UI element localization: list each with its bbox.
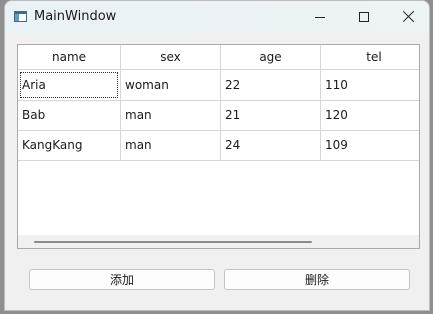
table-cell[interactable]: 109 xyxy=(321,130,419,160)
table-view[interactable]: name sex age tel Aria woman 22 110 Bab m… xyxy=(17,44,420,249)
title-bar[interactable]: MainWindow xyxy=(5,1,429,33)
table-cell[interactable]: Bab xyxy=(18,100,121,130)
table-cell[interactable]: man xyxy=(121,100,221,130)
close-icon xyxy=(403,9,415,23)
table-cell[interactable]: Aria xyxy=(18,70,121,100)
window-title: MainWindow xyxy=(34,9,117,24)
horizontal-scrollbar[interactable] xyxy=(18,235,419,248)
table-row: Bab man 21 120 xyxy=(18,100,419,131)
column-header-sex[interactable]: sex xyxy=(121,45,221,69)
table-cell[interactable]: 21 xyxy=(221,100,321,130)
delete-button[interactable]: 删除 xyxy=(224,269,410,290)
maximize-button[interactable] xyxy=(342,1,388,33)
table-cell[interactable]: 120 xyxy=(321,100,419,130)
column-header-tel[interactable]: tel xyxy=(321,45,419,69)
column-header-name[interactable]: name xyxy=(18,45,121,69)
scrollbar-thumb[interactable] xyxy=(34,241,312,243)
close-button[interactable] xyxy=(386,1,429,33)
table-header: name sex age tel xyxy=(18,45,419,70)
table-row: Aria woman 22 110 xyxy=(18,70,419,101)
app-window-icon xyxy=(14,11,27,22)
table-cell[interactable]: woman xyxy=(121,70,221,100)
table-cell[interactable]: 22 xyxy=(221,70,321,100)
table-row: KangKang man 24 109 xyxy=(18,130,419,161)
add-button[interactable]: 添加 xyxy=(29,269,215,290)
table-cell[interactable]: 110 xyxy=(321,70,419,100)
minimize-button[interactable] xyxy=(297,1,343,33)
main-window: MainWindow name sex age tel Aria woman 2… xyxy=(4,0,430,311)
table-cell[interactable]: man xyxy=(121,130,221,160)
table-cell[interactable]: KangKang xyxy=(18,130,121,160)
table-cell[interactable]: 24 xyxy=(221,130,321,160)
column-header-age[interactable]: age xyxy=(221,45,321,69)
